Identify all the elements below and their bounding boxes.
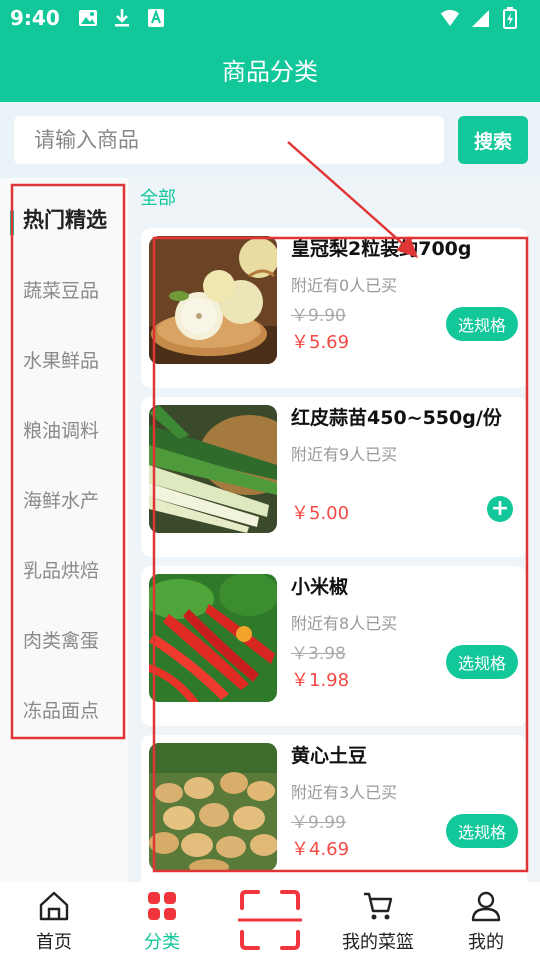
scan-icon	[236, 890, 304, 958]
sidebar-item-meat-eggs[interactable]: 肉类禽蛋	[0, 604, 128, 674]
category-label[interactable]: 全部	[140, 184, 176, 210]
product-image-pear	[149, 236, 277, 364]
product-image-chili	[149, 574, 277, 702]
product-image-potato	[149, 743, 277, 871]
product-card[interactable]: 小米椒 附近有8人已买 ￥3.98 ￥1.98 选规格	[141, 566, 527, 726]
search-input[interactable]	[14, 116, 444, 164]
tab-home-label: 首页	[36, 932, 72, 953]
product-buyers: 附近有8人已买	[291, 614, 398, 633]
sidebar-item-vegetables[interactable]: 蔬菜豆品	[0, 254, 128, 324]
tab-basket[interactable]: 我的菜篮	[324, 882, 432, 960]
download-icon	[112, 8, 132, 28]
product-buyers: 附近有3人已买	[291, 783, 398, 802]
product-original-price: ￥9.90	[291, 306, 346, 326]
sidebar-item-grain-oil[interactable]: 粮油调料	[0, 394, 128, 464]
sidebar-item-seafood[interactable]: 海鲜水产	[0, 464, 128, 534]
battery-icon	[500, 7, 520, 29]
product-buyers: 附近有0人已买	[291, 276, 398, 295]
product-price: ￥5.00	[291, 503, 350, 524]
product-price: ￥5.69	[291, 332, 350, 353]
select-spec-button[interactable]: 选规格	[446, 307, 518, 341]
sidebar-item-hot[interactable]: 热门精选	[0, 184, 128, 254]
product-buyers: 附近有9人已买	[291, 445, 398, 464]
tab-basket-label: 我的菜篮	[342, 932, 414, 953]
product-price: ￥4.69	[291, 839, 350, 860]
tab-profile[interactable]: 我的	[432, 882, 540, 960]
product-name: 黄心土豆	[291, 745, 368, 767]
font-notification-icon	[146, 8, 166, 28]
select-spec-button[interactable]: 选规格	[446, 814, 518, 848]
product-card[interactable]: 皇冠梨2粒装约700g 附近有0人已买 ￥9.90 ￥5.69 选规格	[141, 228, 527, 388]
sidebar-item-frozen[interactable]: 冻品面点	[0, 674, 128, 744]
product-card[interactable]: 黄心土豆 附近有3人已买 ￥9.99 ￥4.69 选规格	[141, 735, 527, 895]
product-name: 皇冠梨2粒装约700g	[291, 238, 472, 260]
sidebar-item-fruits[interactable]: 水果鲜品	[0, 324, 128, 394]
wifi-icon	[440, 8, 460, 28]
select-spec-button[interactable]: 选规格	[446, 645, 518, 679]
sidebar-item-dairy-bakery[interactable]: 乳品烘焙	[0, 534, 128, 604]
tab-category-label: 分类	[144, 932, 180, 953]
scan-button[interactable]	[236, 886, 304, 954]
category-sidebar: 热门精选 蔬菜豆品 水果鲜品 粮油调料 海鲜水产 乳品烘焙 肉类禽蛋 冻品面点	[0, 178, 128, 882]
product-original-price: ￥3.98	[291, 644, 346, 664]
status-time: 9:40	[10, 6, 60, 30]
status-bar: 9:40	[0, 0, 540, 36]
bottom-tab-bar: 首页 分类 我的菜篮 我的	[0, 882, 540, 960]
product-name: 红皮蒜苗450~550g/份	[291, 407, 502, 429]
search-button[interactable]: 搜索	[458, 116, 528, 164]
product-image-garlic-sprout	[149, 405, 277, 533]
category-icon	[144, 888, 180, 924]
tab-home[interactable]: 首页	[0, 882, 108, 960]
add-to-basket-button[interactable]: +	[487, 496, 513, 522]
profile-icon	[468, 888, 504, 924]
tab-profile-label: 我的	[468, 932, 504, 953]
tab-category[interactable]: 分类	[108, 882, 216, 960]
product-price: ￥1.98	[291, 670, 350, 691]
page-title: 商品分类	[0, 36, 540, 102]
basket-icon	[360, 888, 396, 924]
product-original-price: ￥9.99	[291, 813, 346, 833]
image-notification-icon	[78, 8, 98, 28]
product-card[interactable]: 红皮蒜苗450~550g/份 附近有9人已买 ￥5.00 +	[141, 397, 527, 557]
home-icon	[36, 888, 72, 924]
search-bar: 搜索	[0, 102, 540, 178]
product-name: 小米椒	[291, 576, 349, 598]
signal-icon	[470, 8, 490, 28]
